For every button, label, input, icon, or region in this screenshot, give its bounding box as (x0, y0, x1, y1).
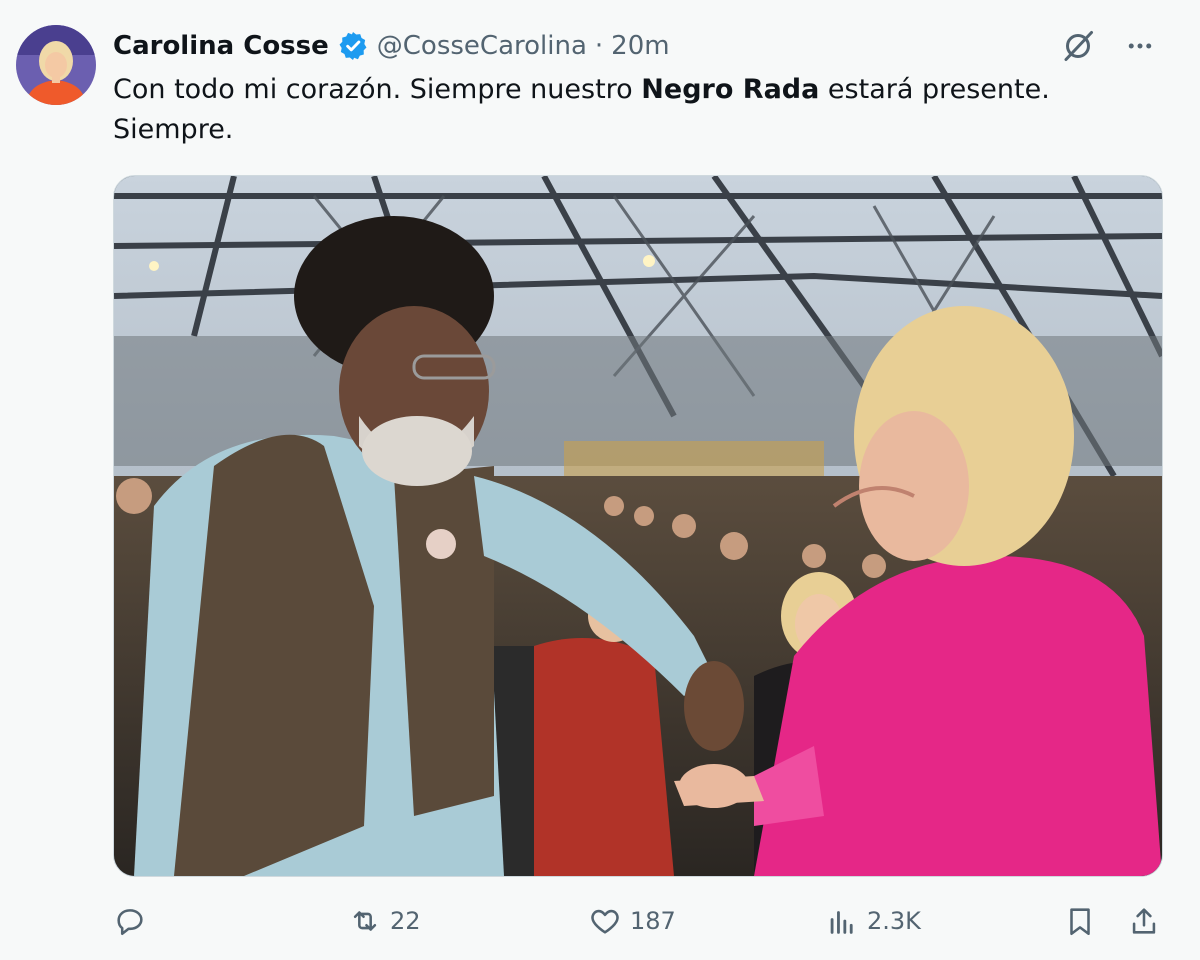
tweet-text-bold: Negro Rada (641, 74, 820, 105)
tweet-photo[interactable] (113, 175, 1163, 877)
retweet-button[interactable]: 22 (348, 895, 421, 947)
views-button[interactable]: 2.3K (825, 895, 921, 947)
share-icon (1132, 908, 1156, 934)
tweet: Carolina Cosse @CosseCarolina · 20m Con … (0, 0, 1200, 960)
tweet-text-part1: Con todo mi corazón. Siempre nuestro (113, 74, 642, 105)
retweet-icon (353, 911, 377, 931)
grok-icon[interactable] (1058, 26, 1098, 66)
like-icon (591, 909, 619, 934)
reply-icon (117, 909, 143, 936)
tweet-text: Con todo mi corazón. Siempre nuestro Neg… (113, 70, 1153, 150)
retweet-count: 22 (390, 907, 421, 935)
verified-icon (337, 30, 369, 62)
more-icon[interactable] (1120, 26, 1160, 66)
bookmark-button[interactable] (1063, 895, 1097, 947)
separator-dot: · (594, 31, 604, 61)
reply-button[interactable] (113, 895, 147, 947)
avatar[interactable] (16, 25, 96, 105)
timestamp[interactable]: 20m (611, 31, 669, 61)
views-count: 2.3K (867, 907, 921, 935)
like-count: 187 (630, 907, 676, 935)
like-button[interactable]: 187 (588, 895, 676, 947)
tweet-header: Carolina Cosse @CosseCarolina · 20m (113, 26, 670, 66)
views-icon (830, 911, 853, 934)
top-actions (1058, 26, 1160, 66)
tweet-actions: 22 187 2.3K (113, 895, 1165, 947)
bookmark-icon (1070, 908, 1090, 936)
author-name[interactable]: Carolina Cosse (113, 31, 329, 61)
author-handle[interactable]: @CosseCarolina (377, 31, 587, 61)
share-button[interactable] (1127, 895, 1161, 947)
